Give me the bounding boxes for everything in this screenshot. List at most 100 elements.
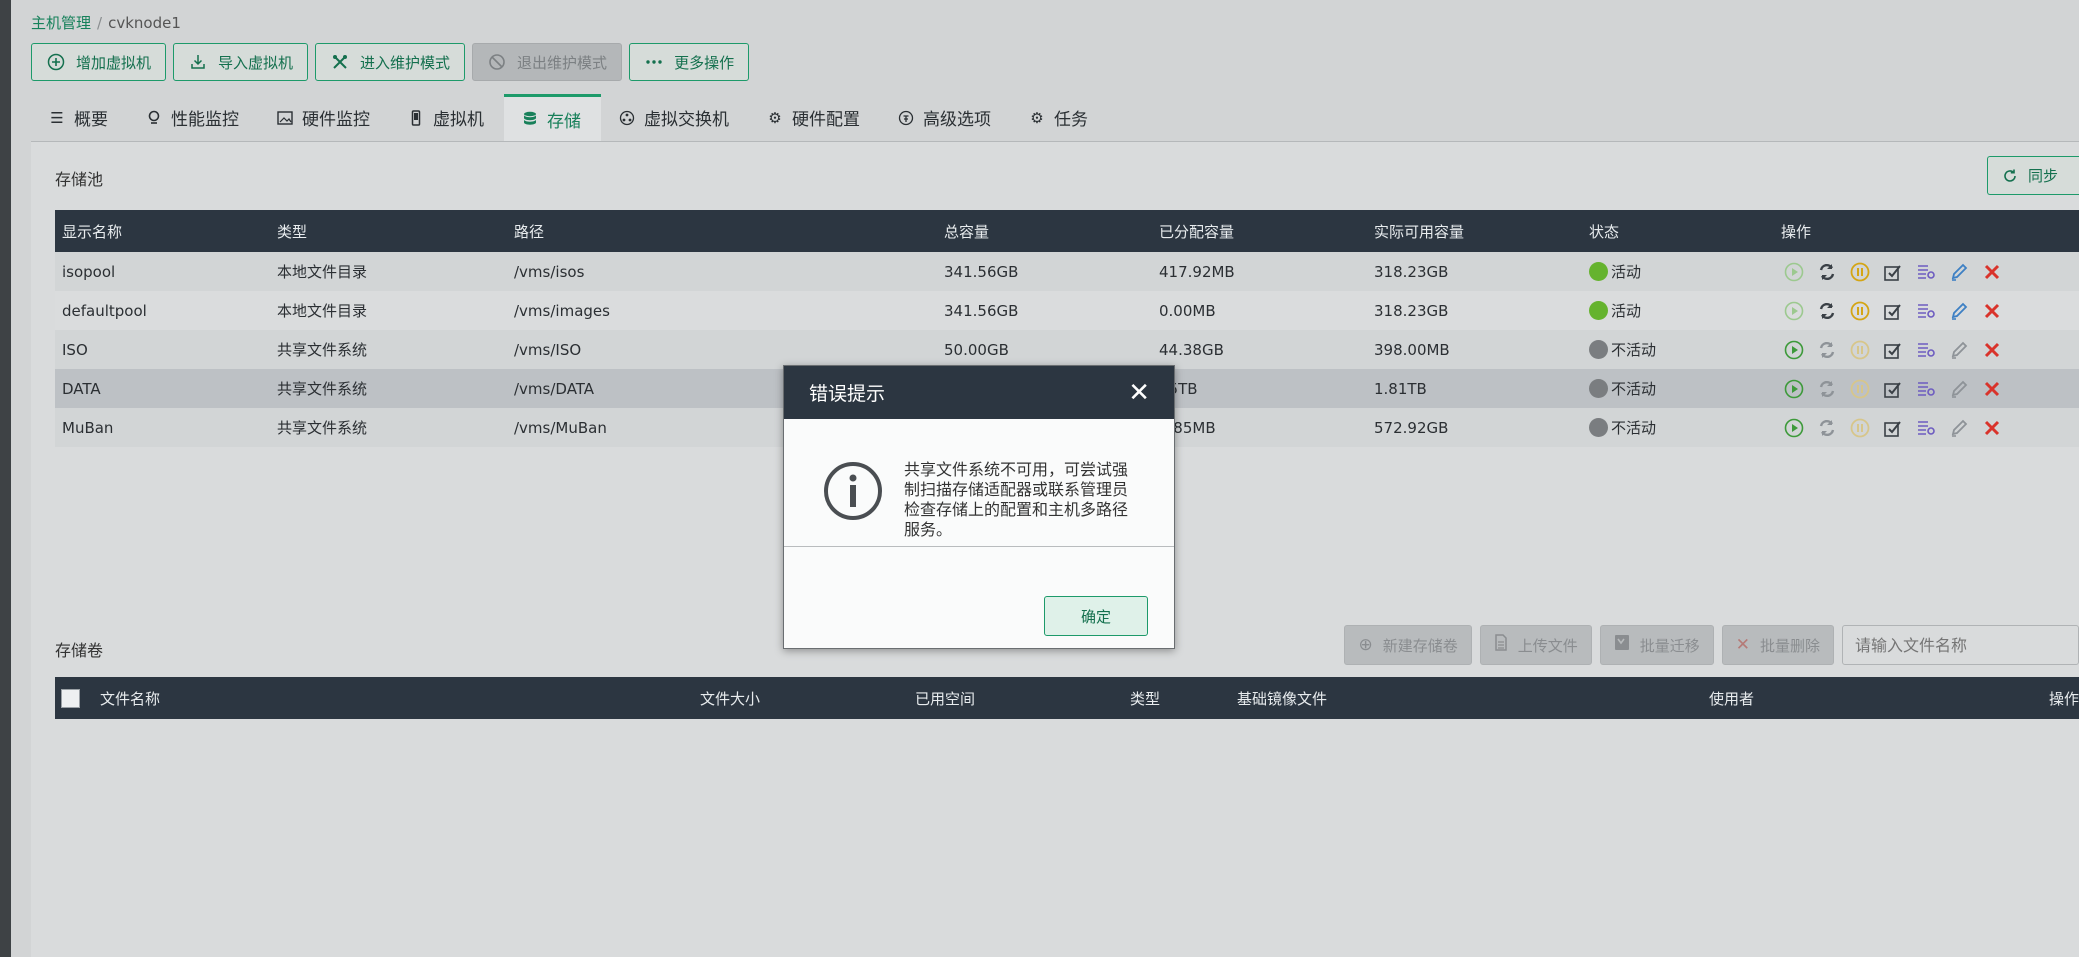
storage-volume-header-row: 文件名称 文件大小 已用空间 类型 基础镜像文件 使用者 操作 <box>55 677 2079 719</box>
pool-name-cell: isopool <box>62 262 116 281</box>
col-base-image[interactable]: 基础镜像文件 <box>1237 677 1709 719</box>
upload-icon <box>1494 634 1508 656</box>
tab-storage[interactable]: 存储 <box>504 94 601 141</box>
checkbox-edit-icon[interactable] <box>1880 415 1906 441</box>
pool-type-cell: 共享文件系统 <box>277 380 368 398</box>
col-display-name[interactable]: 显示名称 <box>55 210 270 252</box>
table-row[interactable]: ISO 共享文件系统/vms/ISO 50.00GB 44.38GB 398.00MB 不… <box>55 330 2079 369</box>
checkbox-edit-icon[interactable] <box>1880 337 1906 363</box>
location-pin-icon <box>145 110 163 126</box>
checkbox-edit-icon[interactable] <box>1880 259 1906 285</box>
list-settings-icon[interactable] <box>1913 259 1939 285</box>
col-volume-type[interactable]: 类型 <box>1130 677 1237 719</box>
col-available-capacity[interactable]: 实际可用容量 <box>1367 210 1582 252</box>
pencil-icon[interactable] <box>1946 259 1972 285</box>
upload-file-button[interactable]: 上传文件 <box>1479 625 1592 665</box>
checkbox-edit-icon[interactable] <box>1880 298 1906 324</box>
start-icon[interactable] <box>1781 337 1807 363</box>
pause-icon[interactable] <box>1847 415 1873 441</box>
close-icon[interactable]: ✕ <box>1128 380 1150 406</box>
file-name-search-input[interactable] <box>1842 625 2079 665</box>
start-icon[interactable] <box>1781 298 1807 324</box>
start-icon[interactable] <box>1781 415 1807 441</box>
tab-overview-label: 概要 <box>74 110 108 130</box>
tab-tasks[interactable]: ⚙ 任务 <box>1011 94 1108 141</box>
col-user[interactable]: 使用者 <box>1709 677 2044 719</box>
start-icon[interactable] <box>1781 259 1807 285</box>
new-volume-button[interactable]: ⊕ 新建存储卷 <box>1344 625 1472 665</box>
pool-status-cell: 活动 <box>1582 291 1774 330</box>
list-settings-icon[interactable] <box>1913 337 1939 363</box>
delete-icon[interactable] <box>1979 259 2005 285</box>
pool-path-cell: /vms/ISO <box>514 340 582 359</box>
pool-status-cell: 活动 <box>1582 252 1774 291</box>
enter-maintenance-button[interactable]: 进入维护模式 <box>315 43 466 81</box>
pencil-icon[interactable] <box>1946 415 1972 441</box>
more-actions-button[interactable]: 更多操作 <box>629 43 750 81</box>
refresh-icon[interactable] <box>1814 259 1840 285</box>
breadcrumb: 主机管理 / cvknode1 <box>31 12 181 33</box>
tab-hardware-config[interactable]: ⚙ 硬件配置 <box>749 94 880 141</box>
col-path[interactable]: 路径 <box>507 210 937 252</box>
col-used-space[interactable]: 已用空间 <box>915 677 1130 719</box>
refresh-icon[interactable] <box>1814 337 1840 363</box>
col-type[interactable]: 类型 <box>270 210 507 252</box>
select-all-checkbox[interactable] <box>61 688 80 708</box>
pool-actions-cell <box>1774 291 2079 330</box>
tab-vms[interactable]: 虚拟机 <box>390 94 504 141</box>
pencil-icon[interactable] <box>1946 337 1972 363</box>
pool-path-cell: /vms/images <box>514 301 610 320</box>
refresh-icon[interactable] <box>1814 298 1840 324</box>
status-dot-icon <box>1589 418 1608 437</box>
batch-delete-button[interactable]: ✕ 批量删除 <box>1721 625 1834 665</box>
add-vm-button[interactable]: 增加虚拟机 <box>31 43 167 81</box>
delete-icon[interactable] <box>1979 337 2005 363</box>
more-actions-label: 更多操作 <box>674 53 735 72</box>
status-dot-icon <box>1589 262 1608 281</box>
delete-icon[interactable] <box>1979 298 2005 324</box>
list-settings-icon[interactable] <box>1913 298 1939 324</box>
col-total-capacity[interactable]: 总容量 <box>937 210 1152 252</box>
import-icon <box>188 52 208 72</box>
tab-overview[interactable]: ☰ 概要 <box>31 94 128 141</box>
exit-maintenance-button[interactable]: 退出维护模式 <box>472 43 623 81</box>
tab-performance[interactable]: 性能监控 <box>128 94 259 141</box>
col-allocated-capacity[interactable]: 已分配容量 <box>1152 210 1367 252</box>
pause-icon[interactable] <box>1847 298 1873 324</box>
pool-available-cell: 318.23GB <box>1374 262 1449 281</box>
import-vm-button[interactable]: 导入虚拟机 <box>173 43 309 81</box>
pencil-icon[interactable] <box>1946 298 1972 324</box>
pencil-icon[interactable] <box>1946 376 1972 402</box>
sync-button[interactable]: 同步 <box>1987 156 2079 195</box>
list-settings-icon[interactable] <box>1913 376 1939 402</box>
ellipsis-icon <box>644 52 664 72</box>
batch-migrate-button[interactable]: 批量迁移 <box>1599 625 1714 665</box>
refresh-icon[interactable] <box>1814 415 1840 441</box>
tab-hardware-monitor[interactable]: 硬件监控 <box>259 94 390 141</box>
delete-icon[interactable] <box>1979 415 2005 441</box>
table-row[interactable]: isopool 本地文件目录/vms/isos 341.56GB 417.92MB 31… <box>55 252 2079 291</box>
start-icon[interactable] <box>1781 376 1807 402</box>
list-settings-icon[interactable] <box>1913 415 1939 441</box>
pause-icon[interactable] <box>1847 376 1873 402</box>
gear-icon: ⚙ <box>768 108 782 127</box>
network-icon <box>618 110 636 126</box>
host-tabs: ☰ 概要 性能监控 硬件监控 虚拟机 存储 虚拟交换机 ⚙ 硬件配置 高级选项 … <box>31 94 2079 142</box>
refresh-icon <box>2002 168 2018 184</box>
pause-icon[interactable] <box>1847 337 1873 363</box>
pause-icon[interactable] <box>1847 259 1873 285</box>
col-status[interactable]: 状态 <box>1582 210 1774 252</box>
tab-advanced[interactable]: 高级选项 <box>880 94 1011 141</box>
checkbox-edit-icon[interactable] <box>1880 376 1906 402</box>
refresh-icon[interactable] <box>1814 376 1840 402</box>
ban-icon <box>487 52 507 72</box>
table-row[interactable]: defaultpool 本地文件目录/vms/images 341.56GB 0.00… <box>55 291 2079 330</box>
tab-vswitch[interactable]: 虚拟交换机 <box>601 94 749 141</box>
pool-available-cell: 1.81TB <box>1374 379 1427 398</box>
confirm-button[interactable]: 确定 <box>1044 596 1148 636</box>
breadcrumb-root[interactable]: 主机管理 <box>31 14 91 32</box>
storage-volume-title: 存储卷 <box>55 641 104 660</box>
col-file-name[interactable]: 文件名称 <box>100 677 700 719</box>
col-file-size[interactable]: 文件大小 <box>700 677 915 719</box>
delete-icon[interactable] <box>1979 376 2005 402</box>
